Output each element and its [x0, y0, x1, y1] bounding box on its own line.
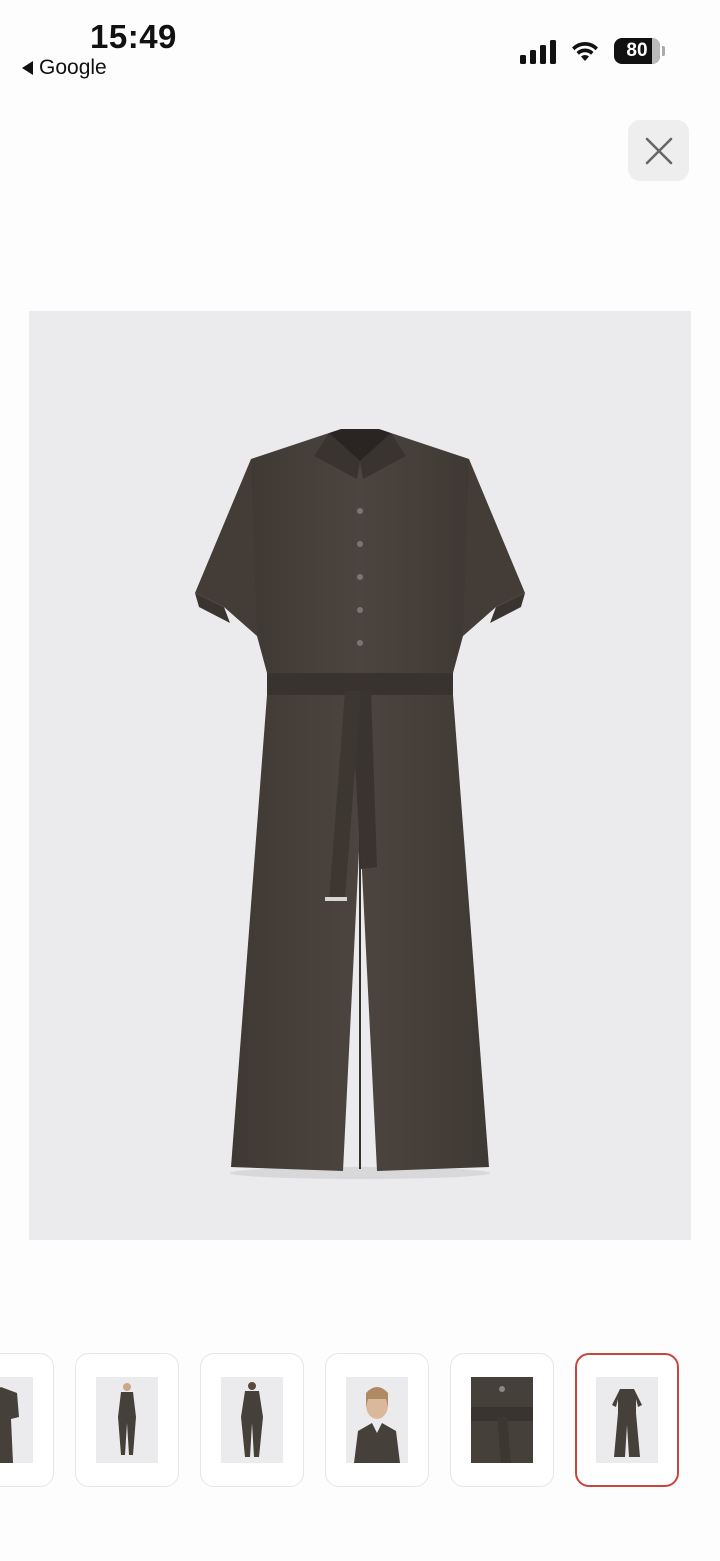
signal-icon [520, 38, 556, 64]
thumbnail-6-selected[interactable] [575, 1353, 679, 1487]
jumpsuit-image [195, 429, 525, 1179]
battery-level: 80 [626, 40, 648, 61]
status-icons: 80 [520, 38, 665, 64]
close-icon [645, 137, 672, 164]
battery-icon: 80 [614, 38, 665, 64]
thumbnail-image [346, 1377, 408, 1463]
thumbnail-1[interactable] [0, 1353, 54, 1487]
thumbnail-image [471, 1377, 533, 1463]
thumbnail-image [96, 1377, 158, 1463]
thumbnail-image [221, 1377, 283, 1463]
product-gallery-screen: 15:49 Google 80 [0, 0, 720, 1561]
status-time: 15:49 [90, 18, 177, 55]
back-to-app-link[interactable]: Google [22, 56, 107, 80]
thumbnail-strip [0, 1353, 679, 1487]
thumbnail-2[interactable] [75, 1353, 179, 1487]
thumbnail-image [0, 1377, 33, 1463]
thumbnail-4[interactable] [325, 1353, 429, 1487]
wifi-icon [572, 41, 598, 61]
close-button[interactable] [628, 120, 689, 181]
thumbnail-5[interactable] [450, 1353, 554, 1487]
thumbnail-image [596, 1377, 658, 1463]
back-app-label: Google [39, 56, 107, 79]
main-product-image[interactable] [29, 311, 691, 1240]
back-triangle-icon [22, 61, 33, 75]
thumbnail-3[interactable] [200, 1353, 304, 1487]
